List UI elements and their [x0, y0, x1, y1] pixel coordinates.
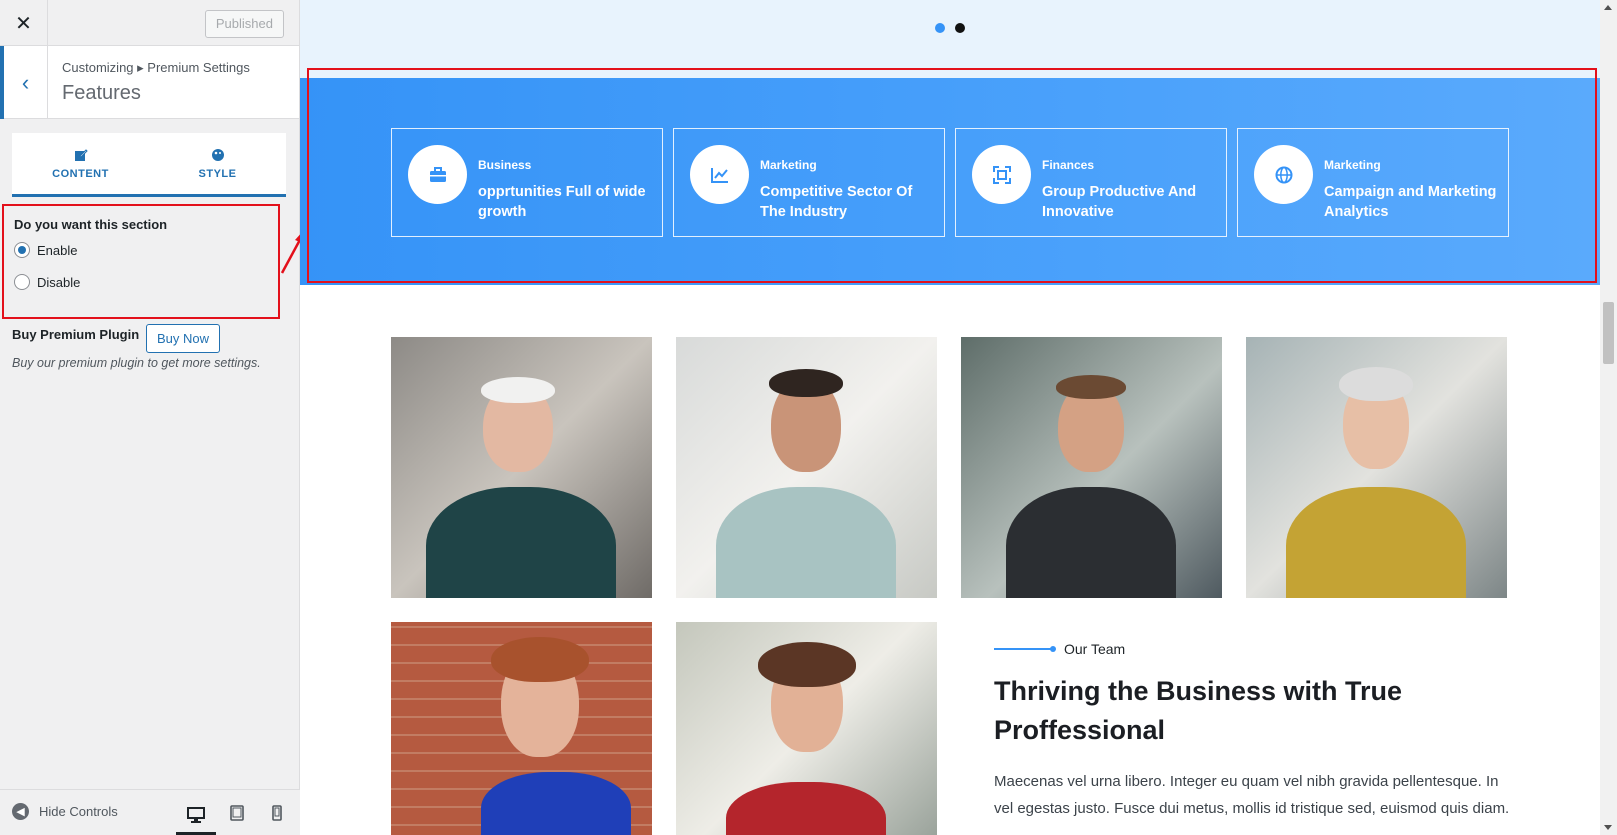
feature-title: Campaign and Marketing Analytics	[1324, 184, 1497, 220]
feature-title: opprtunities Full of wide growth	[478, 184, 646, 220]
team-tag: Our Team	[1064, 641, 1126, 657]
preview-desktop-button[interactable]	[176, 798, 216, 835]
chart-icon	[690, 145, 749, 204]
briefcase-icon	[408, 145, 467, 204]
team-photo	[1246, 337, 1507, 598]
disable-option[interactable]: Disable	[14, 274, 80, 290]
disable-radio[interactable]	[14, 274, 30, 290]
feature-category: Marketing	[760, 158, 817, 172]
customizer-sidebar: ✕ Published ‹ Customizing ▸ Premium Sett…	[0, 0, 300, 835]
team-photo	[391, 622, 652, 835]
section-toggle-box: Do you want this section Enable Disable	[2, 204, 280, 319]
team-tag-line	[994, 646, 1056, 652]
hide-controls-button[interactable]: ◀ Hide Controls	[12, 803, 118, 820]
feature-card[interactable]: Business opprtunities Full of wide growt…	[391, 128, 663, 237]
tab-style-label: STYLE	[198, 167, 237, 180]
chevron-left-icon: ‹	[21, 69, 30, 95]
buy-description: Buy our premium plugin to get more setti…	[12, 356, 261, 370]
scroll-up-icon[interactable]	[1604, 5, 1612, 10]
feature-card[interactable]: Marketing Campaign and Marketing Analyti…	[1237, 128, 1509, 237]
section-title: Features	[62, 82, 141, 104]
team-paragraph: Maecenas vel urna libero. Integer eu qua…	[994, 773, 1510, 817]
globe-icon	[1254, 145, 1313, 204]
desktop-icon	[187, 807, 205, 823]
tablet-icon	[230, 805, 244, 821]
mobile-icon	[272, 805, 282, 821]
feature-card[interactable]: Marketing Competitive Sector Of The Indu…	[673, 128, 945, 237]
palette-icon	[211, 148, 224, 161]
focus-icon	[972, 145, 1031, 204]
team-photo	[676, 622, 937, 835]
section-header: ‹ Customizing ▸ Premium Settings Feature…	[0, 46, 299, 119]
enable-option[interactable]: Enable	[14, 242, 77, 258]
feature-category: Marketing	[1324, 158, 1381, 172]
feature-card[interactable]: Finances Group Productive And Innovative	[955, 128, 1227, 237]
buy-premium-label: Buy Premium Plugin	[12, 327, 140, 342]
settings-tabs: CONTENT STYLE	[12, 133, 286, 197]
scroll-down-icon[interactable]	[1604, 825, 1612, 830]
tab-content-label: CONTENT	[52, 167, 109, 180]
buy-now-button[interactable]: Buy Now	[146, 324, 221, 353]
team-heading: Thriving the Business with True Proffess…	[994, 676, 1403, 745]
slider-dot-2[interactable]	[955, 23, 965, 33]
scroll-thumb[interactable]	[1603, 302, 1614, 364]
feature-title: Competitive Sector Of The Industry	[760, 184, 913, 220]
feature-category: Business	[478, 158, 532, 172]
feature-category: Finances	[1042, 158, 1095, 172]
close-button[interactable]: ✕	[0, 0, 48, 46]
publish-button[interactable]: Published	[204, 10, 284, 38]
team-photo	[391, 337, 652, 598]
team-photo	[961, 337, 1222, 598]
customizer-footer: ◀ Hide Controls	[0, 789, 300, 835]
enable-radio[interactable]	[14, 242, 30, 258]
section-question: Do you want this section	[14, 217, 168, 232]
slider-dot-1[interactable]	[935, 23, 945, 33]
customizer-top-bar: ✕ Published	[0, 0, 299, 46]
team-photo	[676, 337, 937, 598]
tab-content[interactable]: CONTENT	[12, 133, 149, 194]
edit-icon	[74, 148, 88, 161]
preview-mobile-button[interactable]	[257, 798, 297, 828]
feature-title: Group Productive And Innovative	[1042, 184, 1197, 220]
close-icon: ✕	[15, 12, 32, 35]
back-button[interactable]: ‹	[0, 46, 48, 119]
hide-controls-label: Hide Controls	[39, 804, 118, 819]
tab-style[interactable]: STYLE	[149, 133, 286, 194]
arrow-left-circle-icon: ◀	[12, 803, 29, 820]
preview-scrollbar[interactable]	[1600, 0, 1617, 835]
preview-tablet-button[interactable]	[217, 798, 257, 828]
breadcrumb: Customizing ▸ Premium Settings	[62, 60, 250, 75]
enable-label: Enable	[37, 242, 78, 258]
site-preview: Business opprtunities Full of wide growt…	[300, 0, 1600, 835]
slider-strip	[300, 0, 1600, 78]
disable-label: Disable	[37, 274, 81, 290]
